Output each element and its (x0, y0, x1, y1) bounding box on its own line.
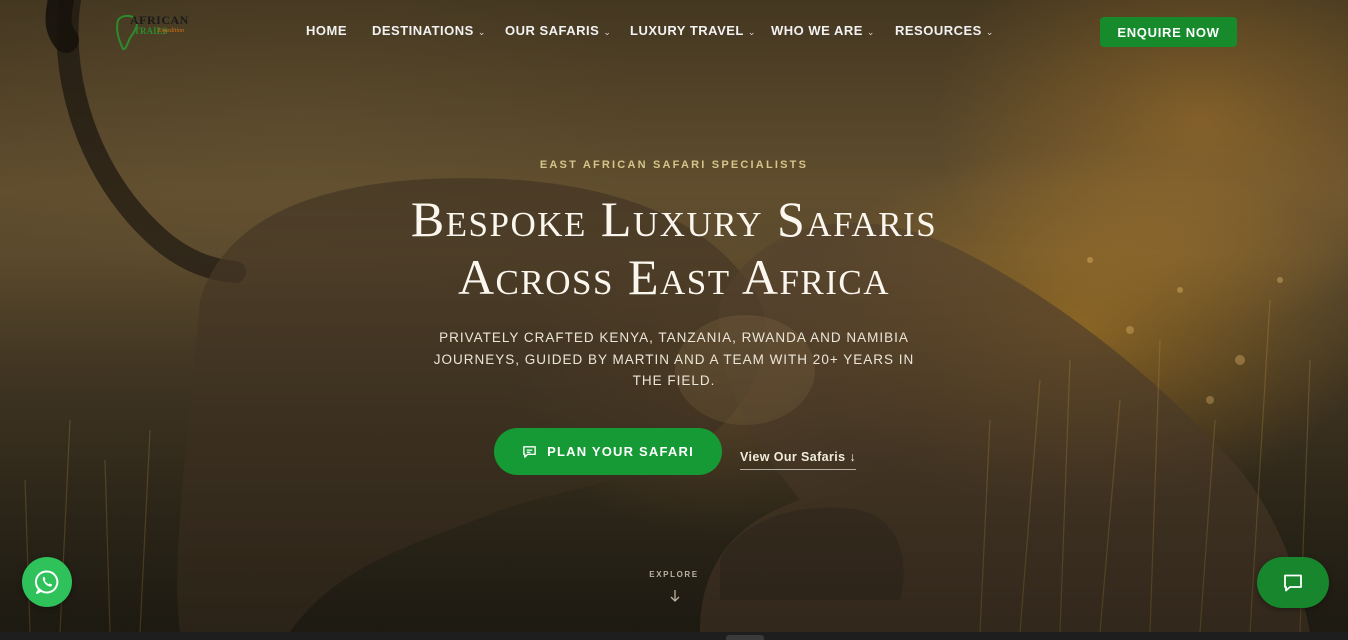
view-our-safaris-link[interactable]: View Our Safaris ↓ (740, 450, 857, 470)
whatsapp-icon (34, 570, 59, 594)
chevron-down-icon: ⌄ (603, 27, 612, 37)
nav-item-who-we-are[interactable]: WHO WE ARE ⌄ (771, 23, 875, 38)
hero-subheading: PRIVATELY CRAFTED KENYA, TANZANIA, RWAND… (433, 330, 915, 388)
chat-bubble-icon (1284, 574, 1302, 591)
nav-item-label: DESTINATIONS (372, 23, 474, 38)
hero-overlay (0, 0, 1348, 632)
nav-item-label: HOME (306, 23, 347, 38)
nav-item-label: OUR SAFARIS (505, 23, 600, 38)
nav-item-our-safaris[interactable]: OUR SAFARIS ⌄ (505, 23, 611, 38)
nav-item-label: LUXURY TRAVEL (630, 23, 744, 38)
chat-bubble-icon (523, 446, 536, 458)
nav-item-luxury-travel[interactable]: LUXURY TRAVEL ⌄ (630, 23, 756, 38)
hero-headline-line-2: Across East Africa (457, 249, 891, 305)
enquire-now-button[interactable]: ENQUIRE NOW (1100, 17, 1237, 47)
plan-your-safari-label: PLAN YOUR SAFARI (547, 444, 694, 459)
plan-your-safari-button[interactable]: PLAN YOUR SAFARI (494, 428, 722, 475)
bottom-bar-nub (726, 635, 764, 640)
explore-label: EXPLORE (649, 570, 699, 579)
arrow-down-icon[interactable] (668, 589, 682, 603)
nav-item-label: WHO WE ARE (771, 23, 863, 38)
nav-item-resources[interactable]: RESOURCES ⌄ (895, 23, 994, 38)
chevron-down-icon: ⌄ (985, 27, 994, 37)
chevron-down-icon: ⌄ (477, 27, 486, 37)
hero-headline-line-1: Bespoke Luxury Safaris (410, 191, 938, 247)
hero-section (0, 0, 1348, 632)
nav-item-home[interactable]: HOME (306, 23, 347, 38)
nav-item-destinations[interactable]: DESTINATIONS ⌄ (372, 23, 486, 38)
chevron-down-icon: ⌄ (866, 27, 875, 37)
bottom-bar (0, 632, 1348, 640)
live-chat-button[interactable] (1257, 557, 1329, 608)
nav-item-label: RESOURCES (895, 23, 982, 38)
chevron-down-icon: ⌄ (747, 27, 756, 37)
hero-eyebrow: EAST AFRICAN SAFARI SPECIALISTS (539, 159, 809, 171)
whatsapp-button[interactable] (22, 557, 72, 607)
hero-headline: Bespoke Luxury Safaris Across East Afric… (0, 190, 1348, 306)
